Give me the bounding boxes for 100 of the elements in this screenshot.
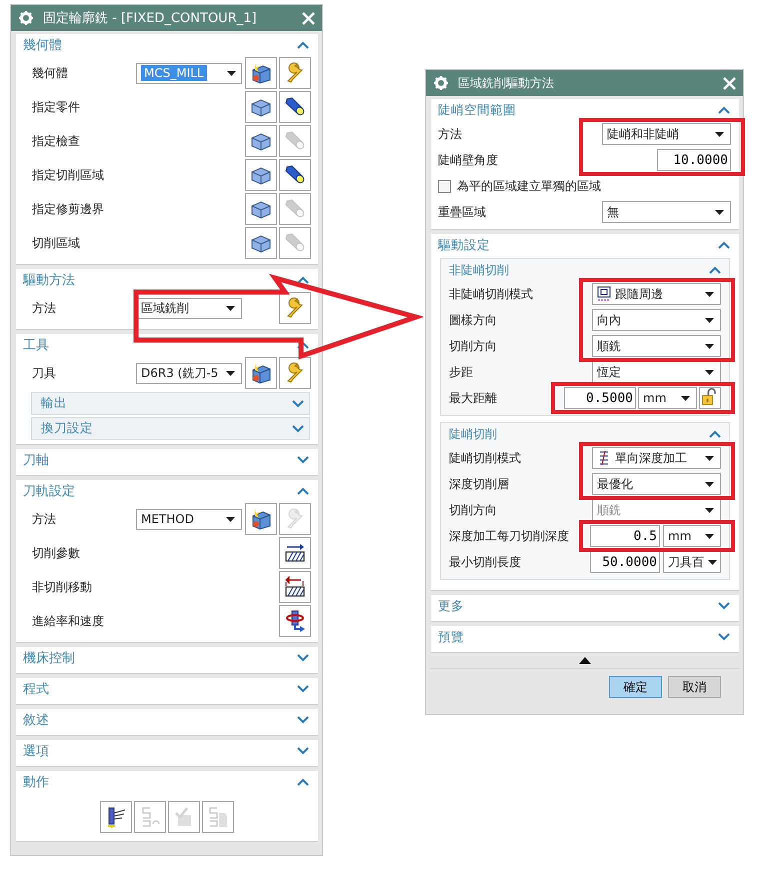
- checkbox-label: 為平的區域建立單獨的區域: [457, 178, 602, 194]
- solid-block-button[interactable]: [245, 91, 277, 123]
- caret-icon: [705, 318, 714, 322]
- window-title: 區域銑削驅動方法: [458, 74, 555, 92]
- group-header[interactable]: 陡峭切削: [441, 423, 729, 445]
- field-label: 非陡峭切削模式: [449, 286, 534, 302]
- dropdown[interactable]: D6R3 (銑刀-5: [136, 362, 242, 384]
- number-field[interactable]: 10.0000: [657, 149, 731, 171]
- dropdown[interactable]: 最優化: [592, 473, 721, 495]
- hatched-block-arrows-icon: [283, 575, 307, 599]
- open-padlock-button[interactable]: [699, 387, 721, 409]
- field-label: 重疊區域: [438, 204, 487, 220]
- field-label: 步距: [449, 364, 474, 380]
- new-box-button[interactable]: [245, 57, 277, 89]
- caret-icon: [708, 560, 717, 564]
- solid-block-button[interactable]: [245, 159, 277, 191]
- settings-icon: [434, 76, 448, 90]
- dropdown[interactable]: 順銑: [592, 335, 721, 357]
- caret-icon: [705, 482, 714, 486]
- cancel-button[interactable]: 取消: [668, 676, 721, 698]
- field-label: 指定切削區域: [32, 166, 105, 184]
- close-button[interactable]: [300, 10, 316, 26]
- field-label: 最小切削長度: [449, 554, 522, 570]
- section-header[interactable]: 程式: [16, 678, 318, 700]
- solid-block-button[interactable]: [245, 227, 277, 259]
- field-label: 最大距離: [449, 390, 498, 406]
- field-label: 深度切削層: [449, 476, 510, 492]
- section-header[interactable]: 刀軸: [16, 449, 318, 471]
- field-label: 深度加工每刀切削深度: [449, 528, 570, 544]
- field-label: 進給率和速度: [32, 612, 105, 630]
- dropdown[interactable]: 刀具百: [663, 551, 721, 573]
- section-header[interactable]: 選項: [16, 740, 318, 762]
- number-field[interactable]: 50.0000: [590, 551, 660, 573]
- caret-icon: [705, 344, 714, 348]
- field-label: 圖樣方向: [449, 312, 498, 328]
- dropdown[interactable]: mm: [638, 387, 697, 409]
- section-header[interactable]: 工具: [16, 334, 318, 356]
- field-label: 方法: [438, 126, 463, 142]
- section-header[interactable]: 機床控制: [16, 647, 318, 669]
- field-label: 方法: [32, 510, 57, 528]
- field-label: 非切削移動: [32, 578, 93, 596]
- ok-button[interactable]: 確定: [609, 676, 662, 698]
- tool-path-button[interactable]: [100, 801, 132, 833]
- caret-icon: [715, 210, 724, 214]
- field-label: 陡峭切削模式: [449, 450, 522, 466]
- section-header[interactable]: 更多: [431, 595, 739, 617]
- spindle-arrow-icon: [283, 609, 307, 633]
- dropdown[interactable]: 無: [602, 201, 731, 223]
- dropdown[interactable]: 單向深度加工: [592, 447, 721, 469]
- field-label: 切削區域: [32, 234, 81, 252]
- flashlight-button[interactable]: [279, 91, 311, 123]
- caret-icon: [705, 370, 714, 374]
- field-label: 刀具: [32, 364, 57, 382]
- collapse-arrow-icon: [578, 657, 590, 664]
- hatched-block-arrows-button[interactable]: [279, 571, 311, 603]
- field-label: 切削參數: [32, 544, 81, 562]
- flashlight-button[interactable]: [279, 159, 311, 191]
- section-header[interactable]: 動作: [16, 771, 318, 793]
- field-label: 指定檢查: [32, 132, 81, 150]
- new-box-button[interactable]: [245, 357, 277, 389]
- section-header[interactable]: 刀軌設定: [16, 480, 318, 502]
- dropdown[interactable]: METHOD: [136, 508, 242, 530]
- dropdown[interactable]: mm: [663, 525, 721, 547]
- caret-icon: [226, 70, 236, 76]
- new-box-button[interactable]: [245, 503, 277, 535]
- dropdown[interactable]: 跟隨周邊: [592, 283, 721, 305]
- layers-icon: [597, 450, 611, 466]
- nested-squares-icon: [597, 286, 611, 302]
- caret-icon: [705, 534, 714, 538]
- dropdown[interactable]: 區域銑削: [136, 298, 242, 318]
- hatched-block-button[interactable]: [279, 537, 311, 569]
- close-button[interactable]: [721, 75, 737, 91]
- caret-icon: [226, 306, 235, 310]
- field-label: 幾何體: [32, 64, 69, 82]
- section-header[interactable]: 驅動方法: [16, 269, 318, 291]
- field-label: 切削方向: [449, 502, 498, 518]
- section-header[interactable]: 幾何體: [16, 34, 318, 56]
- solid-block-button[interactable]: [245, 193, 277, 225]
- spindle-arrow-button[interactable]: [279, 605, 311, 637]
- caret-icon: [226, 370, 235, 376]
- field-label: 切削方向: [449, 338, 498, 354]
- solid-block-button[interactable]: [245, 125, 277, 157]
- caret-icon: [705, 292, 714, 296]
- caret-icon: [226, 516, 235, 522]
- settings-icon: [19, 11, 33, 25]
- section-header[interactable]: 驅動設定: [431, 234, 739, 256]
- group-header[interactable]: 非陡峭切削: [441, 259, 729, 281]
- section-header[interactable]: 陡峭空間範圍: [431, 99, 739, 121]
- dropdown[interactable]: 陡峭和非陡峭: [602, 123, 731, 145]
- number-field[interactable]: 0.5: [590, 525, 660, 547]
- dropdown[interactable]: 向內: [592, 309, 721, 331]
- caret-icon: [705, 508, 714, 512]
- field-label: 指定修剪邊界: [32, 200, 105, 218]
- number-field[interactable]: 0.5000: [564, 387, 636, 409]
- section-header[interactable]: 敘述: [16, 709, 318, 731]
- section-header[interactable]: 預覽: [431, 626, 739, 648]
- caret-icon: [681, 396, 690, 400]
- caret-icon: [705, 456, 714, 460]
- dropdown[interactable]: 恆定: [592, 361, 721, 383]
- checkbox[interactable]: [438, 180, 451, 192]
